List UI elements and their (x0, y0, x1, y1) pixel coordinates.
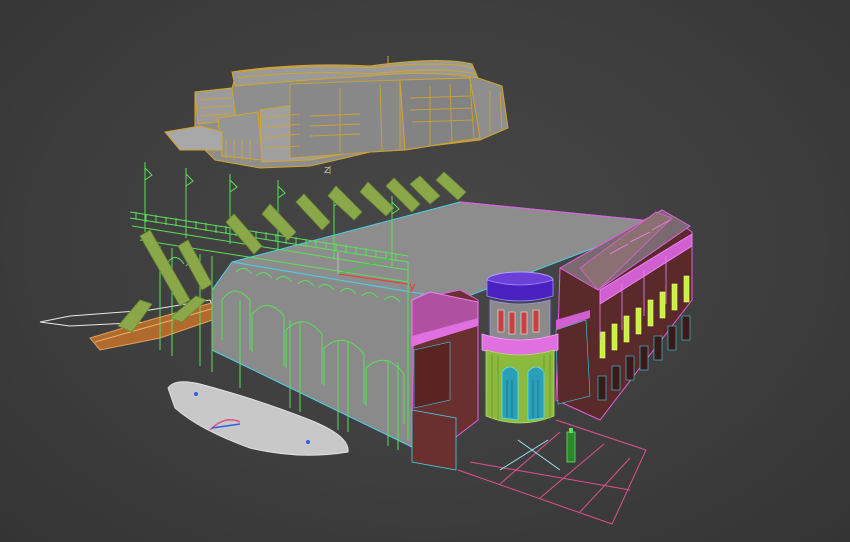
street-grid[interactable] (457, 419, 647, 525)
corner-tower[interactable] (481, 271, 559, 424)
street-lamp[interactable] (566, 428, 576, 463)
scene-canvas[interactable]: y z (0, 0, 850, 542)
3d-viewport[interactable]: y z (0, 0, 850, 542)
street-light-lines (499, 439, 561, 471)
floating-building-wireframe[interactable] (164, 56, 509, 174)
gizmo-z-label: z (324, 163, 330, 176)
gizmo-y-label: y (409, 280, 416, 293)
